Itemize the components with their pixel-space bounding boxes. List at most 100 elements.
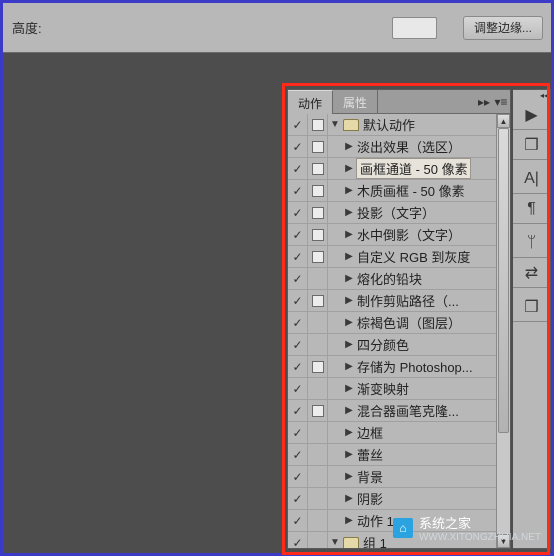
dialog-toggle[interactable]: [308, 466, 328, 487]
toggle-checkbox[interactable]: ✓: [288, 510, 308, 531]
action-item[interactable]: ✓▶背景: [288, 466, 510, 488]
action-item[interactable]: ✓▶四分颜色: [288, 334, 510, 356]
toggle-checkbox[interactable]: ✓: [288, 466, 308, 487]
dialog-toggle[interactable]: [308, 268, 328, 289]
dialog-toggle[interactable]: [308, 202, 328, 223]
dialog-toggle[interactable]: [308, 180, 328, 201]
action-item[interactable]: ✓▶熔化的铅块: [288, 268, 510, 290]
dialog-toggle[interactable]: [308, 510, 328, 531]
toggle-checkbox[interactable]: ✓: [288, 532, 308, 548]
dialog-toggle[interactable]: [308, 378, 328, 399]
tab-actions[interactable]: 动作: [288, 90, 333, 114]
action-item[interactable]: ✓▶渐变映射: [288, 378, 510, 400]
toggle-checkbox[interactable]: ✓: [288, 158, 308, 179]
twisty-right-icon[interactable]: ▶: [342, 339, 356, 350]
scroll-track[interactable]: [497, 128, 510, 534]
scrollbar[interactable]: ▲ ▼: [496, 114, 510, 548]
collapse-icon[interactable]: ▸▸: [476, 90, 492, 113]
dialog-toggle[interactable]: [308, 532, 328, 548]
toggle-checkbox[interactable]: ✓: [288, 180, 308, 201]
dialog-toggle[interactable]: [308, 312, 328, 333]
panel-menu-icon[interactable]: ▾≡: [492, 90, 510, 113]
toggle-checkbox[interactable]: ✓: [288, 378, 308, 399]
toggle-checkbox[interactable]: ✓: [288, 202, 308, 223]
twisty-right-icon[interactable]: ▶: [342, 471, 356, 482]
twisty-down-icon[interactable]: ▼: [328, 119, 342, 130]
action-item[interactable]: ✓▶存储为 Photoshop...: [288, 356, 510, 378]
dialog-toggle[interactable]: [308, 444, 328, 465]
toggle-checkbox[interactable]: ✓: [288, 290, 308, 311]
brushes-icon[interactable]: ᛘ: [513, 228, 550, 258]
cube-icon[interactable]: ❒: [513, 130, 550, 160]
toggle-checkbox[interactable]: ✓: [288, 400, 308, 421]
action-item[interactable]: ✓▶阴影: [288, 488, 510, 510]
action-item[interactable]: ✓▶木质画框 - 50 像素: [288, 180, 510, 202]
dialog-toggle[interactable]: [308, 136, 328, 157]
tab-properties[interactable]: 属性: [333, 90, 378, 113]
toggle-checkbox[interactable]: ✓: [288, 268, 308, 289]
twisty-right-icon[interactable]: ▶: [342, 185, 356, 196]
dialog-icon: [312, 141, 324, 153]
toggle-checkbox[interactable]: ✓: [288, 114, 308, 135]
twisty-down-icon[interactable]: ▼: [328, 537, 342, 548]
toggle-checkbox[interactable]: ✓: [288, 334, 308, 355]
scroll-thumb[interactable]: [498, 128, 509, 433]
dialog-toggle[interactable]: [308, 114, 328, 135]
cube2-icon[interactable]: ❒: [513, 292, 550, 322]
twisty-right-icon[interactable]: ▶: [342, 273, 356, 284]
dialog-toggle[interactable]: [308, 290, 328, 311]
action-item[interactable]: ✓▶棕褐色调（图层）: [288, 312, 510, 334]
twisty-right-icon[interactable]: ▶: [342, 493, 356, 504]
toggle-checkbox[interactable]: ✓: [288, 444, 308, 465]
twisty-right-icon[interactable]: ▶: [342, 141, 356, 152]
action-item[interactable]: ✓▶边框: [288, 422, 510, 444]
dialog-toggle[interactable]: [308, 334, 328, 355]
action-set-group1[interactable]: ✓▼组 1: [288, 532, 510, 548]
toggle-checkbox[interactable]: ✓: [288, 224, 308, 245]
action-item[interactable]: ✓▶投影（文字）: [288, 202, 510, 224]
toggle-checkbox[interactable]: ✓: [288, 422, 308, 443]
action-item[interactable]: ✓▶画框通道 - 50 像素: [288, 158, 510, 180]
action-item[interactable]: ✓▶制作剪贴路径（...: [288, 290, 510, 312]
action-item[interactable]: ✓▶淡出效果（选区）: [288, 136, 510, 158]
twisty-right-icon[interactable]: ▶: [342, 427, 356, 438]
height-input[interactable]: [392, 17, 437, 39]
play-icon[interactable]: ▶: [513, 100, 550, 130]
toggle-checkbox[interactable]: ✓: [288, 246, 308, 267]
dialog-toggle[interactable]: [308, 488, 328, 509]
twisty-right-icon[interactable]: ▶: [342, 449, 356, 460]
character-icon[interactable]: A|: [513, 164, 550, 194]
toggle-checkbox[interactable]: ✓: [288, 488, 308, 509]
twisty-right-icon[interactable]: ▶: [342, 383, 356, 394]
twisty-right-icon[interactable]: ▶: [342, 295, 356, 306]
refine-edge-button[interactable]: 调整边缘...: [463, 16, 543, 40]
action-item[interactable]: ✓▶水中倒影（文字）: [288, 224, 510, 246]
action-item[interactable]: ✓▶自定义 RGB 到灰度: [288, 246, 510, 268]
action-item[interactable]: ✓▶动作 1: [288, 510, 510, 532]
adjust-icon[interactable]: ⇄: [513, 258, 550, 288]
action-set-default[interactable]: ✓▼默认动作: [288, 114, 510, 136]
dialog-toggle[interactable]: [308, 356, 328, 377]
twisty-right-icon[interactable]: ▶: [342, 515, 356, 526]
twisty-right-icon[interactable]: ▶: [342, 405, 356, 416]
twisty-right-icon[interactable]: ▶: [342, 207, 356, 218]
twisty-right-icon[interactable]: ▶: [342, 163, 356, 174]
dialog-toggle[interactable]: [308, 400, 328, 421]
dialog-toggle[interactable]: [308, 158, 328, 179]
strip-collapse-icon[interactable]: ◂◂: [513, 90, 550, 100]
scroll-down-icon[interactable]: ▼: [497, 534, 510, 548]
scroll-up-icon[interactable]: ▲: [497, 114, 510, 128]
dialog-toggle[interactable]: [308, 224, 328, 245]
toggle-checkbox[interactable]: ✓: [288, 136, 308, 157]
twisty-right-icon[interactable]: ▶: [342, 251, 356, 262]
toggle-checkbox[interactable]: ✓: [288, 312, 308, 333]
toggle-checkbox[interactable]: ✓: [288, 356, 308, 377]
action-item[interactable]: ✓▶混合器画笔克隆...: [288, 400, 510, 422]
action-item[interactable]: ✓▶蕾丝: [288, 444, 510, 466]
twisty-right-icon[interactable]: ▶: [342, 229, 356, 240]
dialog-toggle[interactable]: [308, 422, 328, 443]
paragraph-icon[interactable]: ¶: [513, 194, 550, 224]
dialog-toggle[interactable]: [308, 246, 328, 267]
twisty-right-icon[interactable]: ▶: [342, 361, 356, 372]
twisty-right-icon[interactable]: ▶: [342, 317, 356, 328]
